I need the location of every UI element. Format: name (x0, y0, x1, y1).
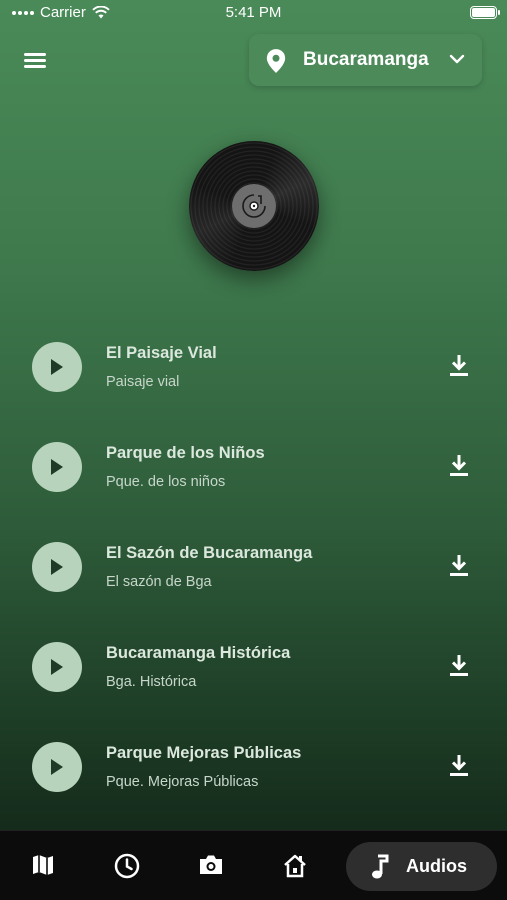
clock-icon (114, 853, 140, 879)
play-icon (51, 559, 63, 575)
download-icon[interactable] (446, 353, 472, 379)
chevron-down-icon (449, 54, 465, 64)
play-icon (51, 359, 63, 375)
audio-item[interactable]: Parque Mejoras Públicas Pque. Mejoras Pú… (0, 717, 507, 817)
play-icon (51, 659, 63, 675)
location-pin-icon (266, 49, 286, 73)
audio-subtitle: Paisaje vial (106, 374, 180, 390)
music-note-icon (372, 854, 389, 879)
nav-audios[interactable]: Audios (346, 842, 497, 891)
nav-map[interactable] (13, 831, 73, 900)
audio-logo-icon (242, 194, 266, 218)
vinyl-record-icon (189, 141, 319, 271)
audio-title: Parque Mejoras Públicas (106, 744, 302, 762)
play-button[interactable] (32, 742, 82, 792)
status-bar: Carrier 5:41 PM (0, 0, 507, 26)
audio-item[interactable]: Parque de los Niños Pque. de los niños (0, 417, 507, 517)
camera-icon (200, 855, 222, 874)
audio-title: Parque de los Niños (106, 444, 265, 462)
audio-title: Bucaramanga Histórica (106, 644, 291, 662)
nav-history[interactable] (97, 831, 157, 900)
audio-subtitle: Bga. Histórica (106, 674, 197, 690)
play-button[interactable] (32, 442, 82, 492)
audio-subtitle: El sazón de Bga (106, 574, 212, 590)
audio-subtitle: Pque. de los niños (106, 474, 226, 490)
download-icon[interactable] (446, 653, 472, 679)
home-icon (284, 854, 306, 878)
play-button[interactable] (32, 642, 82, 692)
play-icon (51, 459, 63, 475)
audio-subtitle: Pque. Mejoras Públicas (106, 774, 259, 790)
audio-title: El Sazón de Bucaramanga (106, 544, 313, 562)
clock-time: 5:41 PM (225, 4, 282, 21)
nav-audios-label: Audios (406, 856, 467, 876)
nav-home[interactable] (265, 831, 325, 900)
city-name: Bucaramanga (303, 49, 429, 70)
map-icon (33, 855, 53, 875)
audio-item[interactable]: El Sazón de Bucaramanga El sazón de Bga (0, 517, 507, 617)
menu-button[interactable] (22, 50, 48, 70)
audio-title: El Paisaje Vial (106, 344, 217, 362)
play-button[interactable] (32, 342, 82, 392)
download-icon[interactable] (446, 753, 472, 779)
audio-item[interactable]: Bucaramanga Histórica Bga. Histórica (0, 617, 507, 717)
audio-item[interactable]: El Paisaje Vial Paisaje vial (0, 317, 507, 417)
city-selector[interactable]: Bucaramanga (249, 34, 482, 86)
play-icon (51, 759, 63, 775)
download-icon[interactable] (446, 453, 472, 479)
battery-icon (470, 6, 500, 19)
bottom-nav: Audios (0, 830, 507, 900)
download-icon[interactable] (446, 553, 472, 579)
nav-camera[interactable] (181, 831, 241, 900)
play-button[interactable] (32, 542, 82, 592)
record-label (232, 184, 276, 228)
